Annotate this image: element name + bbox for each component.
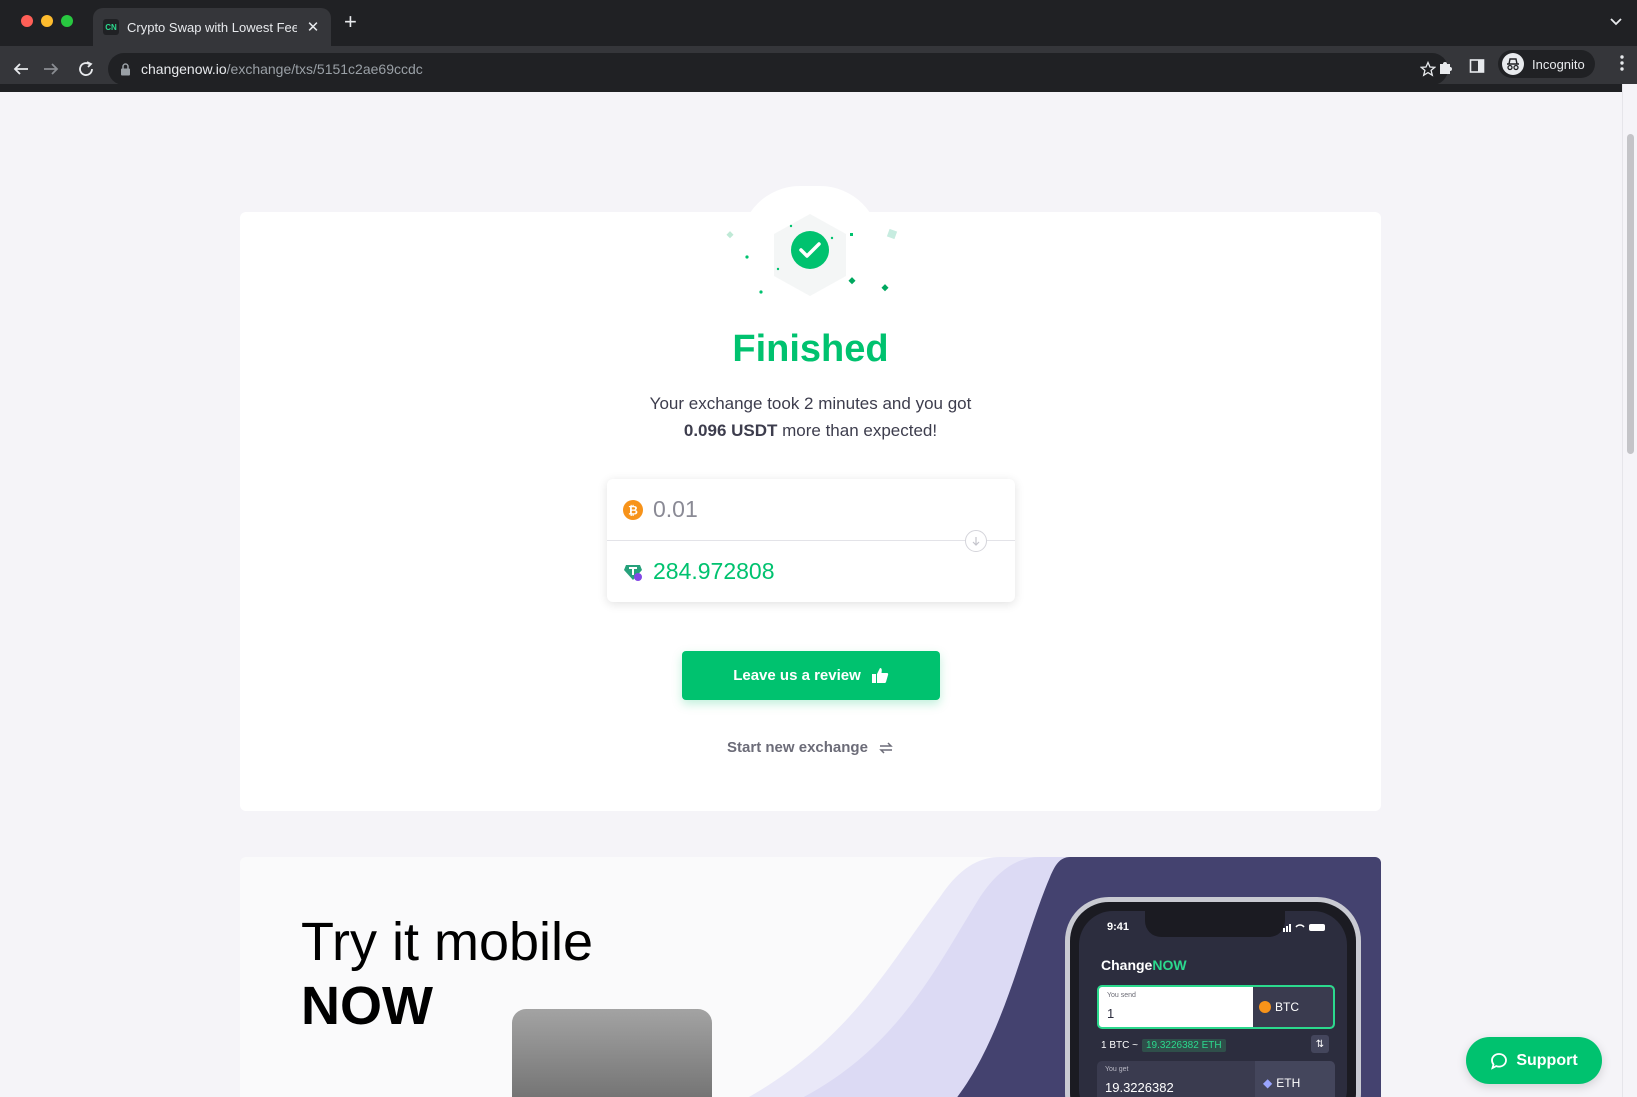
window-minimize-button[interactable] (41, 15, 53, 27)
reload-icon[interactable] (75, 58, 97, 80)
phone-screen: 9:41 ChangeNOW You send 1 BTC 1 BTC ~19.… (1079, 911, 1347, 1097)
url-host: changenow.io (141, 61, 227, 77)
exchange-result-card: Finished Your exchange took 2 minutes an… (240, 186, 1381, 811)
url-path: /exchange/txs/5151c2ae69ccdc (226, 61, 423, 77)
phone-send-field: You send 1 BTC (1097, 985, 1335, 1029)
header-edge (0, 84, 1622, 92)
forward-icon[interactable] (40, 58, 62, 80)
browser-titlebar: CN Crypto Swap with Lowest Fees ✕ + (0, 0, 1637, 46)
phone-get-field: You get 19.3226382 ◆ ETH (1097, 1061, 1335, 1097)
phone-notch (1145, 911, 1285, 937)
phone-rate: 1 BTC ~19.3226382 ETH (1101, 1039, 1226, 1052)
changenow-favicon-icon: CN (103, 19, 119, 35)
phone-mockup: 9:41 ChangeNOW You send 1 BTC 1 BTC ~19.… (1065, 897, 1361, 1097)
phone-status-icons (1283, 924, 1325, 932)
address-bar[interactable]: changenow.io/exchange/txs/5151c2ae69ccdc (108, 53, 1448, 85)
incognito-label: Incognito (1532, 56, 1585, 72)
tab-close-icon[interactable]: ✕ (305, 18, 321, 36)
sent-amount: 0.01 (653, 496, 698, 522)
phone-brand-part1: Change (1101, 957, 1153, 973)
bookmark-star-icon[interactable] (1420, 61, 1436, 77)
promo-headline: Try it mobile (301, 912, 594, 972)
phone-time: 9:41 (1107, 921, 1130, 933)
phone-brand-part2: NOW (1152, 957, 1187, 973)
bitcoin-icon (1259, 1001, 1271, 1013)
promo-headline-emphasis: NOW (301, 976, 433, 1036)
received-row: 284.972808 (607, 541, 1015, 602)
phone-get-label: You get (1105, 1066, 1129, 1073)
success-check-icon (726, 214, 898, 296)
window-maximize-button[interactable] (61, 15, 73, 27)
new-tab-icon[interactable]: + (344, 11, 357, 33)
phone-rate-prefix: 1 BTC ~ (1101, 1040, 1138, 1051)
start-new-exchange-link[interactable]: Start new exchange (240, 739, 1381, 756)
tab-search-chevron-icon[interactable] (1609, 14, 1623, 28)
tab-title: Crypto Swap with Lowest Fees (127, 19, 297, 35)
mobile-app-promo: Try it mobile NOW 9:41 ChangeNOW You sen… (240, 857, 1381, 1097)
window-close-button[interactable] (21, 15, 33, 27)
exchange-summary-box: ₿ 0.01 284.972808 (607, 479, 1015, 602)
phone-swap-icon: ⇅ (1311, 1035, 1329, 1053)
leave-review-button[interactable]: Leave us a review (682, 651, 940, 700)
lock-icon (121, 62, 130, 75)
bonus-amount: 0.096 USDT (683, 421, 778, 440)
phone-send-value: 1 (1107, 1006, 1115, 1021)
tether-icon (624, 564, 642, 581)
thumbs-up-icon (871, 668, 888, 683)
back-icon[interactable] (10, 58, 32, 80)
page-scrollbar[interactable] (1622, 84, 1637, 1097)
phone-send-coin-label: BTC (1275, 1000, 1299, 1014)
received-amount: 284.972808 (653, 558, 775, 584)
scrollbar-thumb[interactable] (1627, 134, 1634, 454)
chat-bubble-icon (1491, 1052, 1508, 1070)
status-message-line1: Your exchange took 2 minutes and you got (649, 394, 972, 413)
page-viewport: Finished Your exchange took 2 minutes an… (0, 84, 1622, 1097)
incognito-icon (1502, 53, 1524, 75)
support-label: Support (1516, 1051, 1578, 1069)
phone-rate-value: 19.3226382 ETH (1141, 1039, 1226, 1052)
phone-send-coin: BTC (1253, 987, 1333, 1027)
status-message: Your exchange took 2 minutes and you got… (240, 390, 1381, 444)
side-panel-icon[interactable] (1469, 58, 1485, 74)
leave-review-label: Leave us a review (733, 667, 861, 684)
ethereum-icon: ◆ (1263, 1076, 1273, 1090)
status-title: Finished (732, 328, 889, 370)
browser-tab-active[interactable]: CN Crypto Swap with Lowest Fees ✕ (93, 8, 331, 46)
svg-text:₿: ₿ (628, 503, 638, 517)
extensions-puzzle-icon[interactable] (1437, 58, 1455, 76)
browser-menu-icon[interactable] (1619, 54, 1625, 72)
start-new-exchange-label: Start new exchange (727, 739, 868, 756)
promo-photo (512, 1009, 712, 1097)
phone-send-label: You send (1107, 992, 1136, 999)
phone-get-coin: ◆ ETH (1255, 1061, 1335, 1097)
incognito-profile-button[interactable]: Incognito (1498, 50, 1595, 78)
swap-arrows-icon (879, 741, 893, 754)
sent-row: ₿ 0.01 (607, 479, 1015, 540)
phone-get-coin-label: ETH (1276, 1076, 1301, 1090)
phone-get-value: 19.3226382 (1105, 1080, 1174, 1095)
support-chat-button[interactable]: Support (1466, 1037, 1602, 1084)
status-message-line2: more than expected! (777, 421, 938, 440)
bitcoin-icon: ₿ (623, 499, 643, 520)
phone-brand: ChangeNOW (1101, 957, 1187, 973)
